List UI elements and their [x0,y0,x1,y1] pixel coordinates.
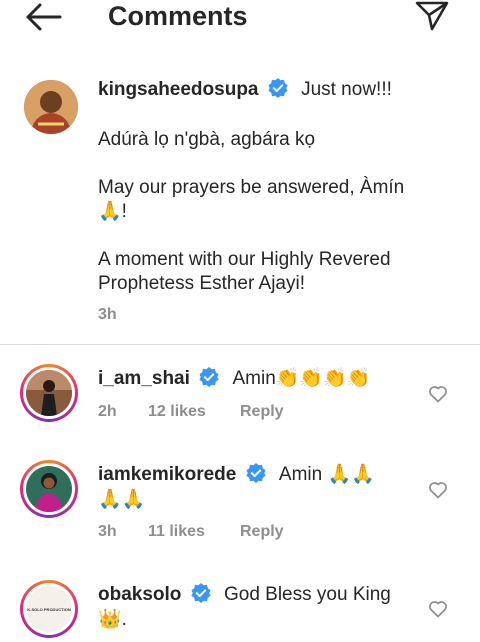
comment-text: Amin 🙏🙏 [278,464,375,485]
page-title: Comments [108,1,248,31]
send-icon [415,1,449,31]
comment-text: God Bless you King [223,584,391,605]
divider [0,344,480,345]
verified-badge-icon [199,367,219,387]
back-button[interactable] [24,2,64,32]
verified-badge-icon [246,463,266,483]
comment-age: 3h [98,523,117,540]
reply-button[interactable]: Reply [240,522,284,542]
caption-age: 3h [98,306,117,323]
comment-text: Amin👏👏👏👏 [232,368,371,389]
verified-badge-icon [191,583,211,603]
comment-text-continued: 🙏🙏 [98,489,146,510]
heart-icon[interactable] [428,599,448,619]
caption-username[interactable]: kingsaheedosupa [98,79,259,100]
avatar-logo-text: K-SOLO PRODUCTION [27,606,71,612]
profile-photo [26,370,72,416]
comment-username[interactable]: iamkemikorede [98,464,236,485]
avatar[interactable] [24,80,78,134]
avatar[interactable] [20,460,78,518]
profile-photo [24,80,78,134]
caption-line: Adúrà lọ n'gbà, agbára kọ [98,129,316,150]
header-bar: Comments [0,0,480,36]
comment-username[interactable]: obaksolo [98,584,181,605]
caption-line: A moment with our Highly Revered [98,249,391,270]
caption-line: 🙏! [98,201,127,222]
heart-icon[interactable] [428,384,448,404]
comment-text-continued: 👑. [98,609,127,630]
avatar[interactable]: K-SOLO PRODUCTION [20,580,78,638]
heart-icon[interactable] [428,480,448,500]
caption-line: May our prayers be answered, Àmín [98,177,405,198]
verified-badge-icon [268,78,288,98]
caption-time-inline: Just now!!! [301,79,392,100]
reply-button[interactable]: Reply [240,402,284,422]
comment-likes[interactable]: 11 likes [148,522,205,542]
caption-line: Prophetess Esther Ajayi! [98,273,305,294]
comment-age: 2h [98,403,117,420]
back-arrow-icon [26,3,62,31]
comment-username[interactable]: i_am_shai [98,368,190,389]
share-button[interactable] [414,0,450,32]
comment-likes[interactable]: 12 likes [148,402,206,422]
avatar[interactable] [20,364,78,422]
profile-photo [26,466,72,512]
